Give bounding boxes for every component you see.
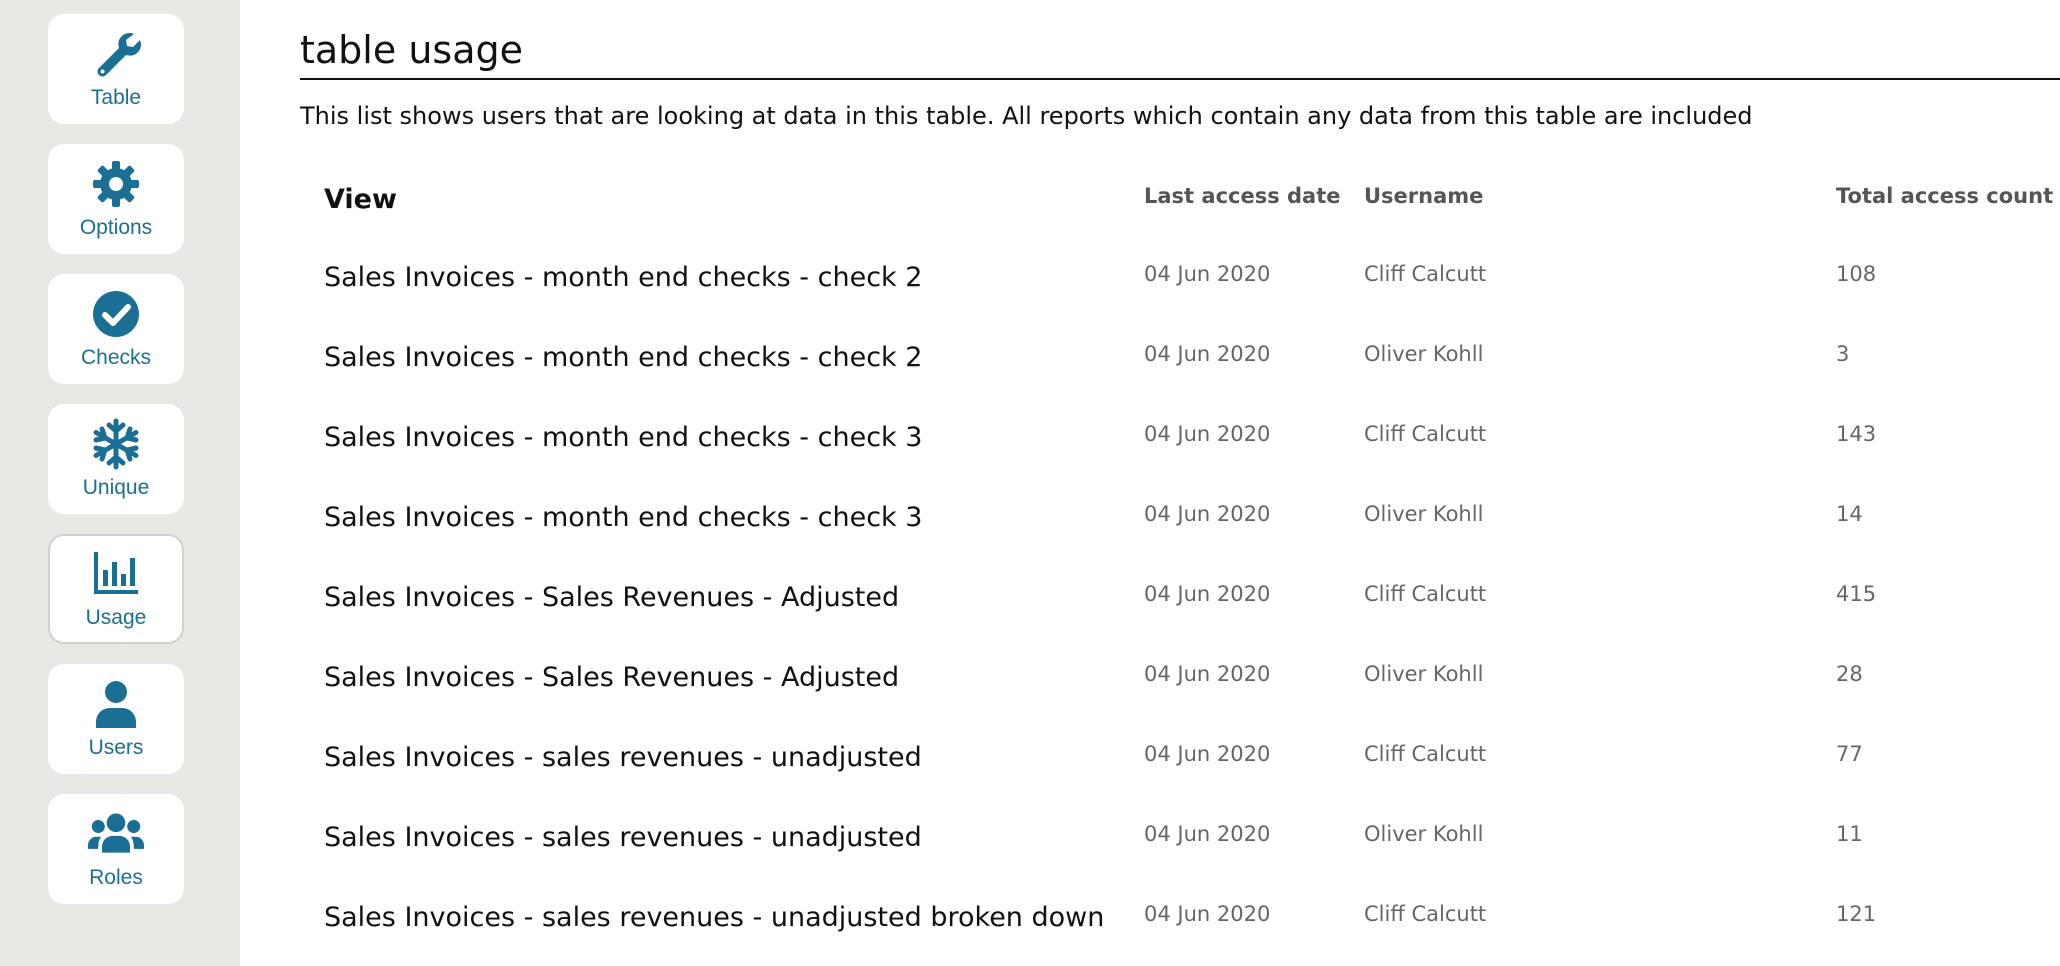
page-description: This list shows users that are looking a… — [300, 102, 1753, 130]
bar-chart-icon — [88, 548, 144, 600]
username-cell: Cliff Calcutt — [1364, 902, 1487, 926]
view-name-cell[interactable]: Sales Invoices - month end checks - chec… — [324, 342, 922, 373]
last-access-date-cell: 04 Jun 2020 — [1144, 502, 1271, 526]
view-name-cell[interactable]: Sales Invoices - sales revenues - unadju… — [324, 742, 922, 773]
access-count-cell: 415 — [1836, 582, 1877, 606]
table-row[interactable]: Sales Invoices - month end checks - chec… — [300, 320, 2060, 400]
snowflake-icon — [88, 418, 144, 470]
nav-checks-button[interactable]: Checks — [48, 274, 184, 384]
view-name-cell[interactable]: Sales Invoices - month end checks - chec… — [324, 502, 922, 533]
username-cell: Cliff Calcutt — [1364, 262, 1487, 286]
view-name-cell[interactable]: Sales Invoices - Sales Revenues - Adjust… — [324, 662, 899, 693]
nav-options-button[interactable]: Options — [48, 144, 184, 254]
table-row[interactable]: Sales Invoices - month end checks - chec… — [300, 400, 2060, 480]
page-title: table usage — [300, 28, 523, 72]
last-access-date-cell: 04 Jun 2020 — [1144, 662, 1271, 686]
nav-unique-label: Unique — [82, 476, 150, 499]
username-cell: Cliff Calcutt — [1364, 422, 1487, 446]
last-access-date-cell: 04 Jun 2020 — [1144, 262, 1271, 286]
username-cell: Oliver Kohll — [1364, 822, 1484, 846]
view-name-cell[interactable]: Sales Invoices - month end checks - chec… — [324, 422, 922, 453]
nav-checks-label: Checks — [80, 346, 152, 369]
access-count-cell: 11 — [1836, 822, 1863, 846]
username-cell: Oliver Kohll — [1364, 342, 1484, 366]
gear-icon — [88, 158, 144, 210]
main-content: table usage This list shows users that a… — [300, 0, 2060, 966]
nav-table-button[interactable]: Table — [48, 14, 184, 124]
last-access-date-cell: 04 Jun 2020 — [1144, 822, 1271, 846]
nav-usage-label: Usage — [85, 606, 147, 629]
user-icon — [88, 678, 144, 730]
table-row[interactable]: Sales Invoices - sales revenues - unadju… — [300, 880, 2060, 960]
access-count-cell: 14 — [1836, 502, 1863, 526]
username-cell: Oliver Kohll — [1364, 662, 1484, 686]
access-count-cell: 3 — [1836, 342, 1850, 366]
table-row[interactable]: Sales Invoices - Sales Revenues - Adjust… — [300, 640, 2060, 720]
view-name-cell[interactable]: Sales Invoices - sales revenues - unadju… — [324, 822, 922, 853]
last-access-date-cell: 04 Jun 2020 — [1144, 742, 1271, 766]
column-header-last-access-date[interactable]: Last access date — [1144, 184, 1341, 208]
column-header-view[interactable]: View — [324, 184, 397, 215]
table-row[interactable]: Sales Invoices - Sales Revenues - Adjust… — [300, 560, 2060, 640]
access-count-cell: 108 — [1836, 262, 1877, 286]
sidebar: Table Options Checks Unique Usage Users … — [0, 0, 240, 966]
last-access-date-cell: 04 Jun 2020 — [1144, 582, 1271, 606]
table-row[interactable]: Sales Invoices - month end checks - chec… — [300, 480, 2060, 560]
column-header-username[interactable]: Username — [1364, 184, 1483, 208]
column-header-total-access-count[interactable]: Total access count — [1836, 184, 2053, 208]
users-group-icon — [88, 808, 144, 860]
view-name-cell[interactable]: Sales Invoices - month end checks - chec… — [324, 262, 922, 293]
check-circle-icon — [88, 288, 144, 340]
last-access-date-cell: 04 Jun 2020 — [1144, 902, 1271, 926]
table-row[interactable]: Sales Invoices - sales revenues - unadju… — [300, 720, 2060, 800]
nav-table-label: Table — [90, 86, 142, 109]
username-cell: Oliver Kohll — [1364, 502, 1484, 526]
nav-users-label: Users — [88, 736, 144, 759]
username-cell: Cliff Calcutt — [1364, 582, 1487, 606]
view-name-cell[interactable]: Sales Invoices - sales revenues - unadju… — [324, 902, 1104, 933]
title-divider — [300, 78, 2060, 80]
access-count-cell: 28 — [1836, 662, 1863, 686]
view-name-cell[interactable]: Sales Invoices - Sales Revenues - Adjust… — [324, 582, 899, 613]
access-count-cell: 143 — [1836, 422, 1877, 446]
usage-table-body: Sales Invoices - month end checks - chec… — [300, 240, 2060, 960]
access-count-cell: 121 — [1836, 902, 1877, 926]
table-row[interactable]: Sales Invoices - sales revenues - unadju… — [300, 800, 2060, 880]
access-count-cell: 77 — [1836, 742, 1863, 766]
nav-options-label: Options — [79, 216, 153, 239]
wrench-icon — [88, 28, 144, 80]
username-cell: Cliff Calcutt — [1364, 742, 1487, 766]
nav-roles-button[interactable]: Roles — [48, 794, 184, 904]
nav-usage-button[interactable]: Usage — [48, 534, 184, 644]
nav-roles-label: Roles — [89, 866, 143, 889]
last-access-date-cell: 04 Jun 2020 — [1144, 422, 1271, 446]
nav-users-button[interactable]: Users — [48, 664, 184, 774]
last-access-date-cell: 04 Jun 2020 — [1144, 342, 1271, 366]
nav-unique-button[interactable]: Unique — [48, 404, 184, 514]
table-row[interactable]: Sales Invoices - month end checks - chec… — [300, 240, 2060, 320]
